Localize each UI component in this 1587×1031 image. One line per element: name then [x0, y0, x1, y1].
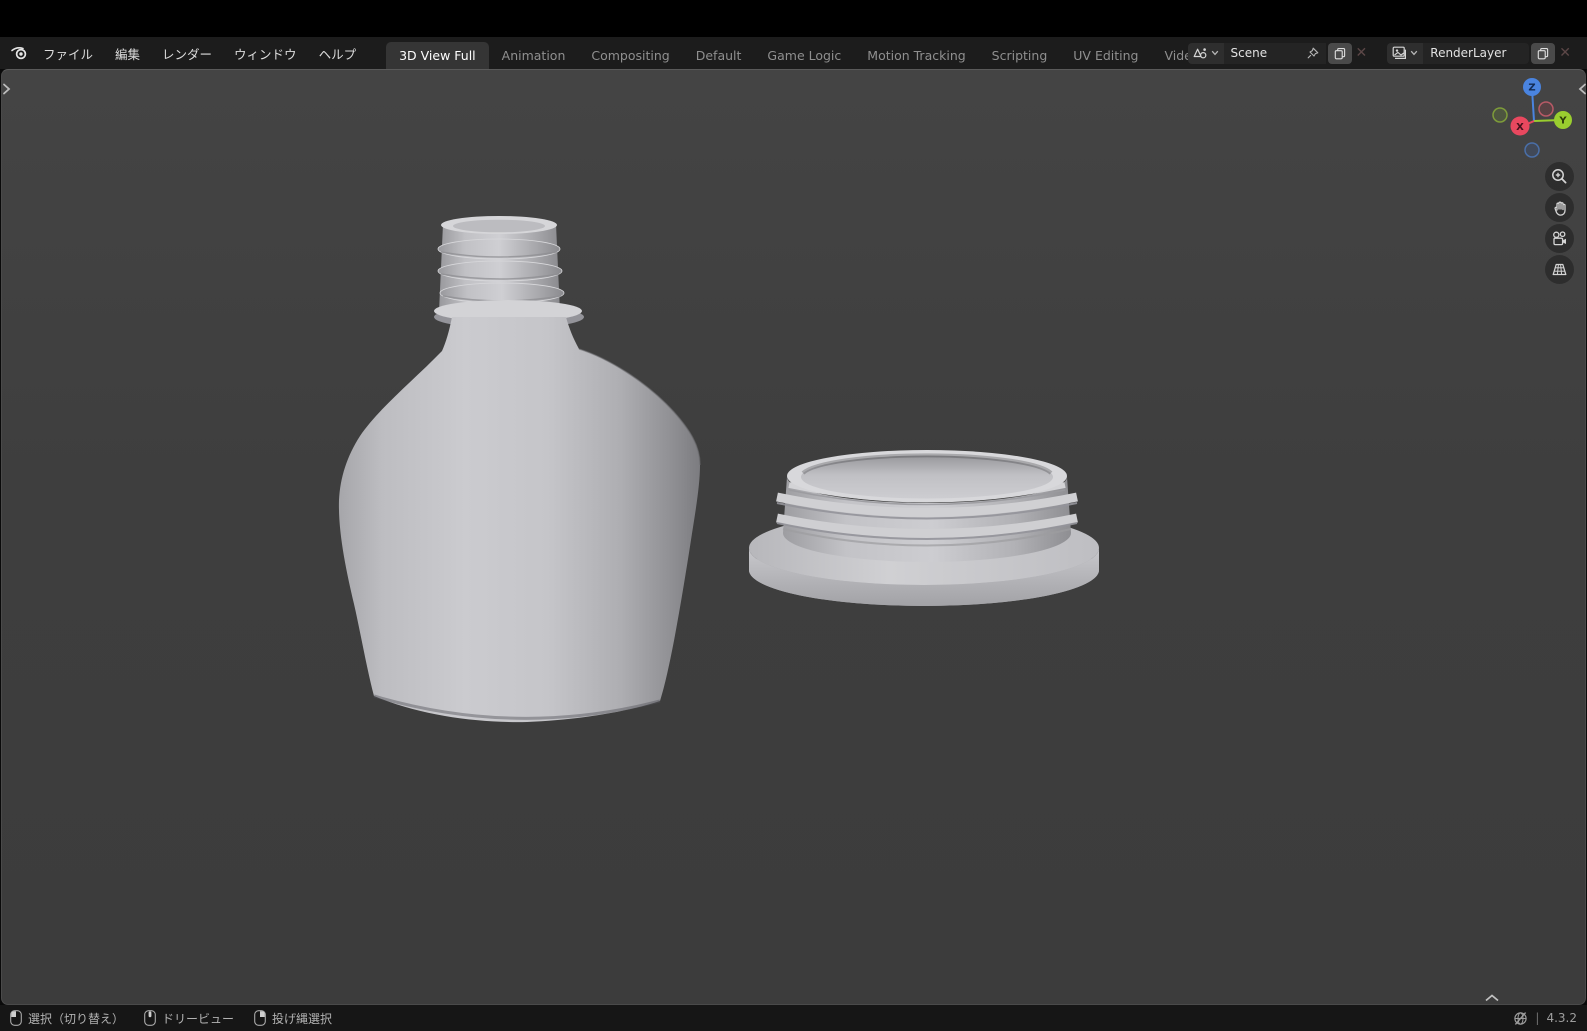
tab-default[interactable]: Default — [683, 42, 755, 69]
hand-icon — [1551, 199, 1569, 217]
magnifier-plus-icon — [1551, 168, 1568, 185]
hint-select: 選択（切り替え） — [10, 1010, 124, 1027]
navigation-gizmo[interactable]: Z Y X — [1478, 76, 1578, 164]
keymap-hints: 選択（切り替え） ドリービュー 投げ縄選択 — [10, 1010, 332, 1027]
menu-help[interactable]: ヘルプ — [309, 40, 367, 67]
workspace-tabs: 3D View Full Animation Compositing Defau… — [386, 37, 1187, 69]
axis-neg-x-ball[interactable] — [1493, 108, 1507, 122]
viewport-nav-buttons — [1545, 162, 1574, 284]
status-bar: 選択（切り替え） ドリービュー 投げ縄選択 | 4.3.2 — [0, 1005, 1587, 1031]
toolbar-expand-arrow[interactable] — [2, 82, 11, 96]
3d-scene — [2, 70, 1587, 1004]
scene-icon — [1193, 47, 1208, 60]
main-menus: ファイル 編集 レンダー ウィンドウ ヘルプ — [33, 40, 366, 67]
blender-logo-icon[interactable] — [10, 45, 29, 61]
hint-dolly: ドリービュー — [144, 1010, 234, 1027]
view-layer-name-field[interactable]: RenderLayer — [1423, 43, 1529, 64]
tab-compositing[interactable]: Compositing — [578, 42, 682, 69]
render-layer-icon — [1392, 46, 1407, 60]
viewport-3d[interactable]: Z Y X — [1, 69, 1586, 1005]
axis-x-label: X — [1516, 122, 1524, 133]
axis-neg-z-ball[interactable] — [1525, 143, 1539, 157]
menu-window[interactable]: ウィンドウ — [224, 40, 307, 67]
pin-icon[interactable] — [1307, 47, 1319, 59]
scene-unlink-button[interactable]: ✕ — [1352, 46, 1372, 60]
tab-scripting[interactable]: Scripting — [979, 42, 1061, 69]
view-layer-name: RenderLayer — [1430, 46, 1506, 60]
tab-animation[interactable]: Animation — [489, 42, 579, 69]
scene-name: Scene — [1231, 46, 1268, 60]
menu-render[interactable]: レンダー — [152, 40, 222, 67]
view-layer-remove-button[interactable]: ✕ — [1555, 46, 1575, 60]
view-layer-new-button[interactable] — [1531, 43, 1555, 64]
topbar: ファイル 編集 レンダー ウィンドウ ヘルプ 3D View Full Anim… — [0, 37, 1587, 69]
titlebar-strip — [0, 0, 1587, 37]
mouse-left-icon — [10, 1010, 22, 1026]
offline-globe-icon — [1513, 1011, 1528, 1026]
bottle-cap[interactable] — [749, 450, 1099, 606]
duplicate-icon — [1334, 47, 1346, 60]
axis-neg-y-ball[interactable] — [1539, 102, 1553, 116]
region-resize-chevron[interactable] — [1484, 987, 1500, 1006]
chevron-down-icon — [1410, 50, 1418, 56]
view-layer-browse-button[interactable] — [1387, 43, 1423, 64]
sidebar-expand-arrow[interactable] — [1578, 82, 1587, 96]
view-layer-selector: RenderLayer ✕ — [1387, 43, 1575, 64]
grid-icon — [1550, 261, 1569, 278]
menu-file[interactable]: ファイル — [33, 40, 103, 67]
mouse-right-icon — [254, 1010, 266, 1026]
menu-edit[interactable]: 編集 — [105, 40, 150, 67]
scene-browse-button[interactable] — [1188, 43, 1224, 64]
duplicate-icon — [1537, 47, 1549, 60]
hint-lasso: 投げ縄選択 — [254, 1010, 332, 1027]
tab-3d-view-full[interactable]: 3D View Full — [386, 42, 489, 69]
axis-z-label: Z — [1528, 83, 1535, 94]
camera-icon — [1550, 230, 1569, 248]
tab-motion-tracking[interactable]: Motion Tracking — [854, 42, 978, 69]
bottle[interactable] — [339, 216, 700, 722]
perspective-toggle-button[interactable] — [1545, 255, 1574, 284]
scene-new-button[interactable] — [1328, 43, 1352, 64]
axis-y-label: Y — [1558, 116, 1567, 127]
tab-uv-editing[interactable]: UV Editing — [1060, 42, 1151, 69]
chevron-down-icon — [1211, 50, 1219, 56]
pan-button[interactable] — [1545, 193, 1574, 222]
tab-game-logic[interactable]: Game Logic — [754, 42, 854, 69]
id-selectors: Scene ✕ — [1188, 43, 1575, 64]
version-label: 4.3.2 — [1546, 1011, 1577, 1025]
status-separator: | — [1535, 1011, 1539, 1025]
hint-lasso-label: 投げ縄選択 — [272, 1010, 332, 1027]
camera-view-button[interactable] — [1545, 224, 1574, 253]
zoom-button[interactable] — [1545, 162, 1574, 191]
mouse-middle-icon — [144, 1010, 156, 1026]
hint-select-label: 選択（切り替え） — [28, 1010, 124, 1027]
scene-name-field[interactable]: Scene — [1224, 43, 1326, 64]
status-right: | 4.3.2 — [1513, 1011, 1577, 1026]
scene-selector: Scene ✕ — [1188, 43, 1372, 64]
hint-dolly-label: ドリービュー — [162, 1010, 234, 1027]
